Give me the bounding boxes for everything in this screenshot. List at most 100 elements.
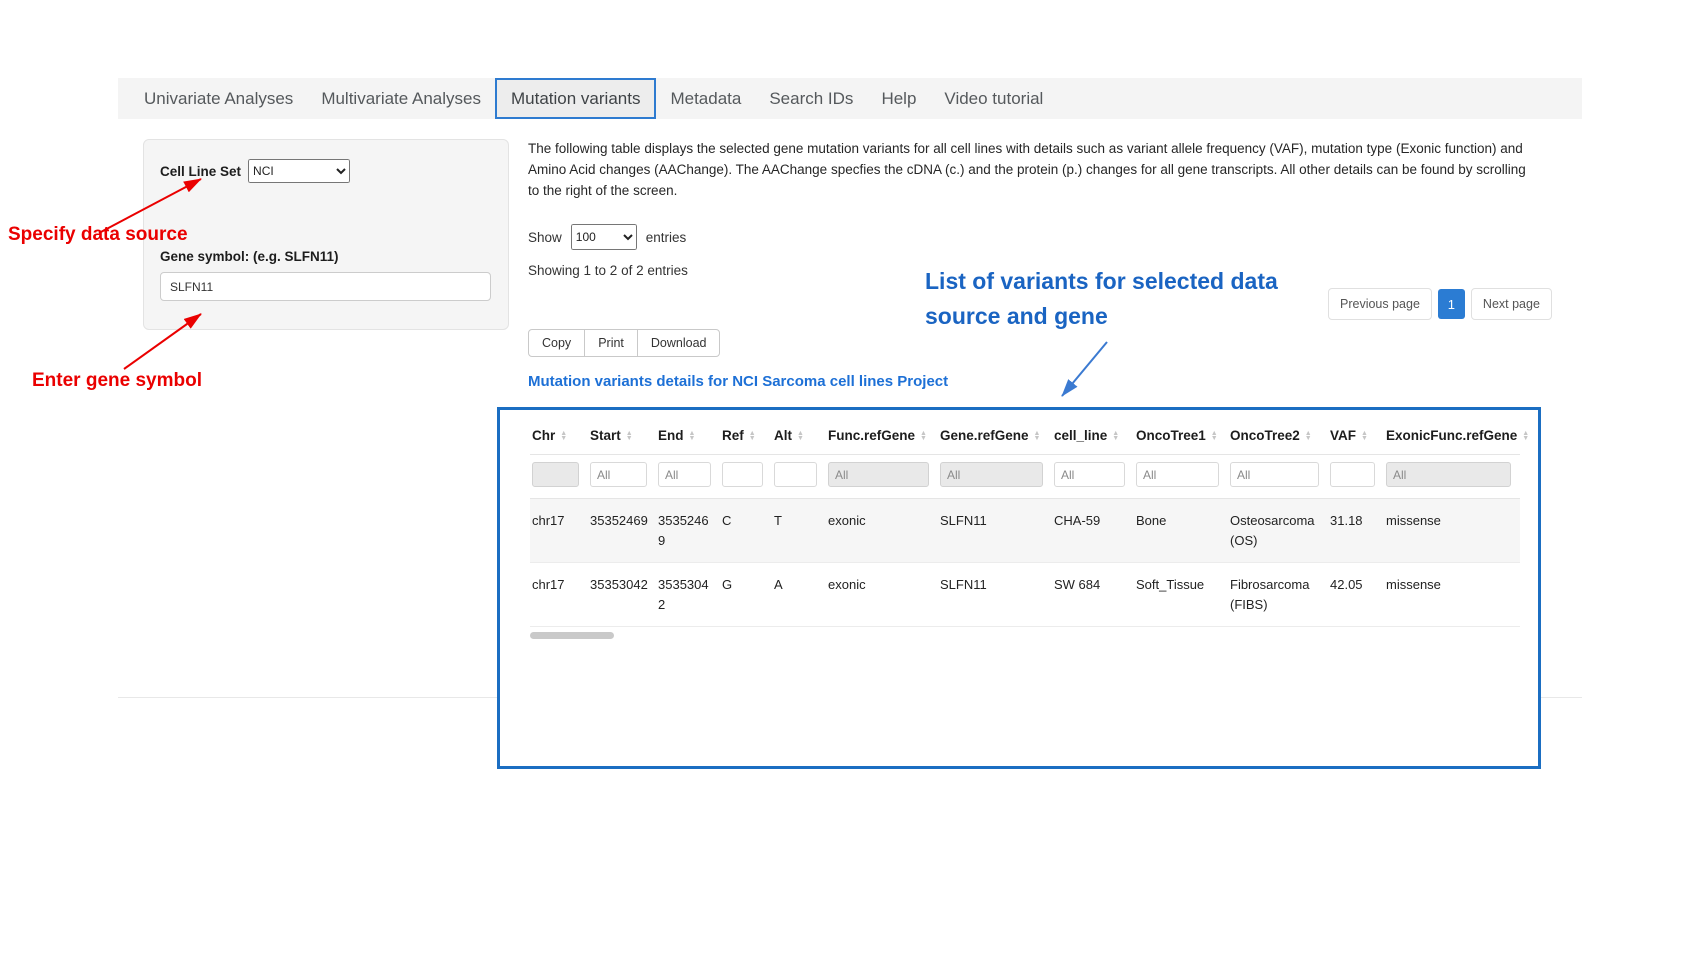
annotation-list-of-variants: List of variants for selected data sourc… — [925, 264, 1345, 333]
sort-icon[interactable]: ▲▼ — [1305, 431, 1312, 443]
column-header-exonicfunc-refgene[interactable]: ExonicFunc.refGene▲▼ — [1384, 417, 1520, 455]
cell-line-set-label: Cell Line Set — [160, 164, 241, 179]
showing-entries-status: Showing 1 to 2 of 2 entries — [528, 263, 688, 278]
table-cell: exonic — [826, 563, 938, 627]
table-cell: missense — [1384, 563, 1520, 627]
copy-button[interactable]: Copy — [528, 329, 585, 357]
table-cell: T — [772, 499, 826, 563]
table-cell: missense — [1384, 499, 1520, 563]
filter-gene-refgene[interactable] — [940, 462, 1043, 487]
sort-icon[interactable]: ▲▼ — [626, 431, 633, 443]
column-header-oncotree1[interactable]: OncoTree1▲▼ — [1134, 417, 1228, 455]
table-body: chr173535246935352469CTexonicSLFN11CHA-5… — [530, 499, 1520, 627]
control-panel: Cell Line Set NCI Gene symbol: (e.g. SLF… — [143, 139, 509, 330]
column-header-oncotree2[interactable]: OncoTree2▲▼ — [1228, 417, 1328, 455]
table-cell: 35352469 — [656, 499, 720, 563]
sort-icon[interactable]: ▲▼ — [689, 431, 696, 443]
sort-icon[interactable]: ▲▼ — [797, 431, 804, 443]
sort-icon[interactable]: ▲▼ — [1034, 431, 1041, 443]
table-cell: G — [720, 563, 772, 627]
filter-ref[interactable] — [722, 462, 763, 487]
top-navigation: Univariate AnalysesMultivariate Analyses… — [118, 78, 1582, 119]
scrollbar-thumb[interactable] — [530, 632, 614, 639]
nav-tab-mutation-variants[interactable]: Mutation variants — [495, 78, 656, 119]
column-label: ExonicFunc.refGene — [1386, 428, 1517, 443]
table-cell: chr17 — [530, 499, 588, 563]
annotation-line-1: List of variants for selected data — [925, 268, 1278, 294]
sort-icon[interactable]: ▲▼ — [1211, 431, 1218, 443]
column-header-alt[interactable]: Alt ▲▼ — [772, 417, 826, 455]
sort-icon[interactable]: ▲▼ — [1522, 431, 1529, 443]
column-label: Alt — [774, 428, 792, 443]
table-cell: SLFN11 — [938, 563, 1052, 627]
column-label: Ref — [722, 428, 744, 443]
filter-chr[interactable] — [532, 462, 579, 487]
sort-icon[interactable]: ▲▼ — [560, 431, 567, 443]
entries-label: entries — [646, 230, 687, 245]
previous-page-button[interactable]: Previous page — [1328, 288, 1432, 320]
table-cell: A — [772, 563, 826, 627]
sort-icon[interactable]: ▲▼ — [749, 431, 756, 443]
nav-tab-help[interactable]: Help — [867, 78, 930, 119]
column-header-start[interactable]: Start ▲▼ — [588, 417, 656, 455]
gene-symbol-input[interactable] — [160, 272, 491, 301]
annotation-specify-data-source: Specify data source — [8, 224, 188, 246]
page-number-button[interactable]: 1 — [1438, 289, 1465, 319]
column-header-chr[interactable]: Chr▲▼ — [530, 417, 588, 455]
filter-func-refgene[interactable] — [828, 462, 929, 487]
column-label: Gene.refGene — [940, 428, 1029, 443]
cell-line-set-select[interactable]: NCI — [248, 159, 350, 183]
annotation-line-2: source and gene — [925, 303, 1108, 329]
sort-icon[interactable]: ▲▼ — [1112, 431, 1119, 443]
nav-tab-metadata[interactable]: Metadata — [656, 78, 755, 119]
filter-cell-line[interactable] — [1054, 462, 1125, 487]
column-label: End — [658, 428, 684, 443]
column-header-cell-line[interactable]: cell_line ▲▼ — [1052, 417, 1134, 455]
table-cell: 35353042 — [588, 563, 656, 627]
next-page-button[interactable]: Next page — [1471, 288, 1552, 320]
column-label: cell_line — [1054, 428, 1107, 443]
filter-oncotree2[interactable] — [1230, 462, 1319, 487]
filter-oncotree1[interactable] — [1136, 462, 1219, 487]
column-label: Start — [590, 428, 621, 443]
table-cell: chr17 — [530, 563, 588, 627]
filter-vaf[interactable] — [1330, 462, 1375, 487]
filter-exonicfunc-refgene[interactable] — [1386, 462, 1511, 487]
table-title-link[interactable]: Mutation variants details for NCI Sarcom… — [528, 373, 948, 390]
column-label: Func.refGene — [828, 428, 915, 443]
table-row[interactable]: chr173535246935352469CTexonicSLFN11CHA-5… — [530, 499, 1520, 563]
nav-tab-multivariate-analyses[interactable]: Multivariate Analyses — [307, 78, 495, 119]
table-cell: Bone — [1134, 499, 1228, 563]
filter-alt[interactable] — [774, 462, 817, 487]
table-cell: Osteosarcoma (OS) — [1228, 499, 1328, 563]
nav-tab-video-tutorial[interactable]: Video tutorial — [930, 78, 1057, 119]
export-button-group: CopyPrintDownload — [528, 329, 720, 357]
column-label: VAF — [1330, 428, 1356, 443]
sort-icon[interactable]: ▲▼ — [1361, 431, 1368, 443]
gene-symbol-label: Gene symbol: (e.g. SLFN11) — [160, 249, 492, 264]
download-button[interactable]: Download — [637, 329, 721, 357]
column-header-vaf[interactable]: VAF ▲▼ — [1328, 417, 1384, 455]
column-header-func-refgene[interactable]: Func.refGene ▲▼ — [826, 417, 938, 455]
show-entries-control: Show 100 entries — [528, 224, 686, 250]
annotation-enter-gene-symbol: Enter gene symbol — [32, 370, 202, 392]
table-cell: exonic — [826, 499, 938, 563]
show-label: Show — [528, 230, 562, 245]
table-cell: 42.05 — [1328, 563, 1384, 627]
print-button[interactable]: Print — [584, 329, 638, 357]
column-header-ref[interactable]: Ref ▲▼ — [720, 417, 772, 455]
filter-end[interactable] — [658, 462, 711, 487]
horizontal-scrollbar[interactable] — [530, 630, 1520, 642]
filter-start[interactable] — [590, 462, 647, 487]
table-cell: 35352469 — [588, 499, 656, 563]
nav-tab-search-ids[interactable]: Search IDs — [755, 78, 867, 119]
table-cell: C — [720, 499, 772, 563]
sort-icon[interactable]: ▲▼ — [920, 431, 927, 443]
nav-tab-univariate-analyses[interactable]: Univariate Analyses — [130, 78, 307, 119]
show-entries-select[interactable]: 100 — [571, 224, 637, 250]
column-header-end[interactable]: End ▲▼ — [656, 417, 720, 455]
table-row[interactable]: chr173535304235353042GAexonicSLFN11SW 68… — [530, 563, 1520, 627]
table-filter-row — [530, 455, 1520, 499]
column-header-gene-refgene[interactable]: Gene.refGene ▲▼ — [938, 417, 1052, 455]
variants-table: Chr▲▼Start ▲▼ End ▲▼ Ref ▲▼ Alt ▲▼ Func.refGene ▲… — [530, 417, 1520, 627]
